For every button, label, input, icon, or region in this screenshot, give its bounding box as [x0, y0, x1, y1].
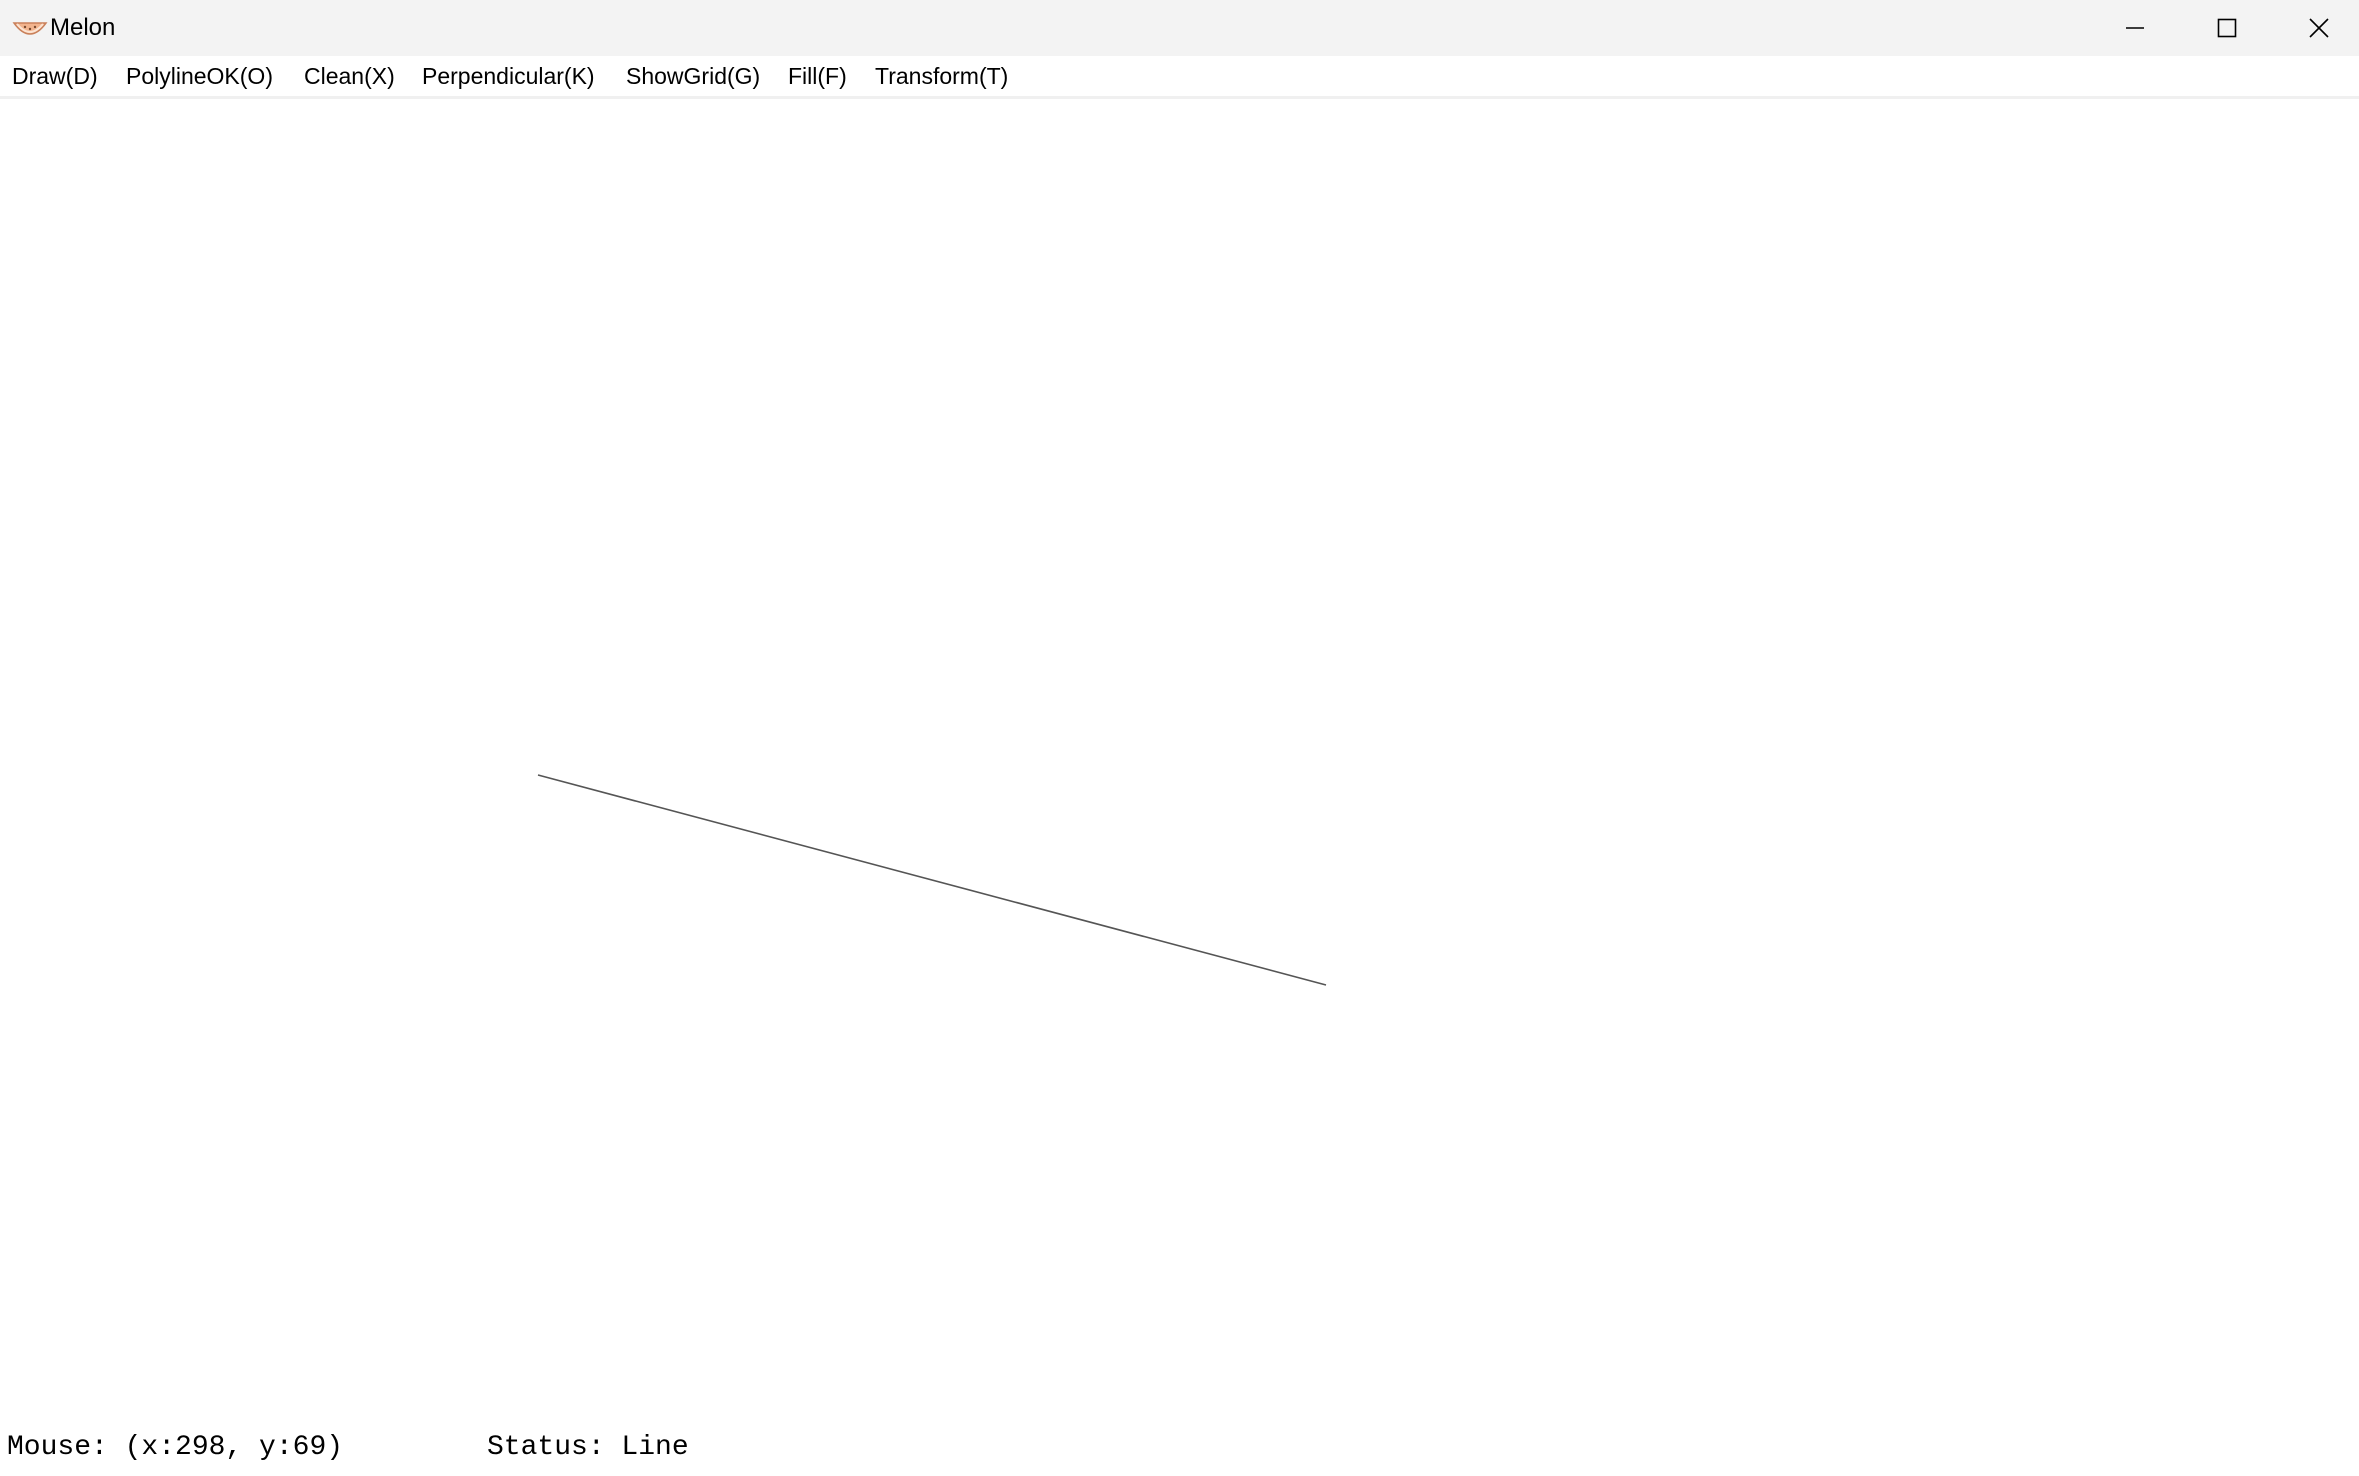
menu-perpendicular[interactable]: Perpendicular(K)	[420, 62, 597, 90]
close-button[interactable]	[2273, 0, 2359, 56]
title-bar[interactable]: Melon	[0, 0, 2359, 56]
maximize-icon	[2217, 18, 2237, 38]
minimize-icon	[2126, 27, 2144, 29]
canvas-surface	[537, 774, 1327, 986]
menu-draw[interactable]: Draw(D)	[10, 62, 100, 90]
menu-show-grid[interactable]: ShowGrid(G)	[624, 62, 762, 90]
menu-fill[interactable]: Fill(F)	[786, 62, 849, 90]
menu-bar: Draw(D) PolylineOK(O) Clean(X) Perpendic…	[0, 56, 2359, 99]
window-title: Melon	[50, 14, 116, 41]
menu-transform[interactable]: Transform(T)	[873, 62, 1010, 90]
menu-clean[interactable]: Clean(X)	[302, 62, 397, 90]
maximize-button[interactable]	[2181, 0, 2273, 56]
drawn-line[interactable]	[537, 774, 1327, 986]
melon-slice-icon	[12, 22, 48, 35]
mode-status-readout: Status: Line	[487, 1432, 689, 1463]
close-icon	[2309, 18, 2329, 38]
app-window: Melon Draw(D) PolylineOK(O) Clean(X) Per…	[0, 0, 2359, 1476]
menu-polyline-ok[interactable]: PolylineOK(O)	[124, 62, 275, 90]
drawing-canvas[interactable]	[0, 99, 2359, 1429]
minimize-button[interactable]	[2089, 0, 2181, 56]
status-bar: Mouse: (x:298, y:69) Status: Line	[0, 1429, 2359, 1476]
mouse-position-readout: Mouse: (x:298, y:69)	[7, 1432, 344, 1463]
